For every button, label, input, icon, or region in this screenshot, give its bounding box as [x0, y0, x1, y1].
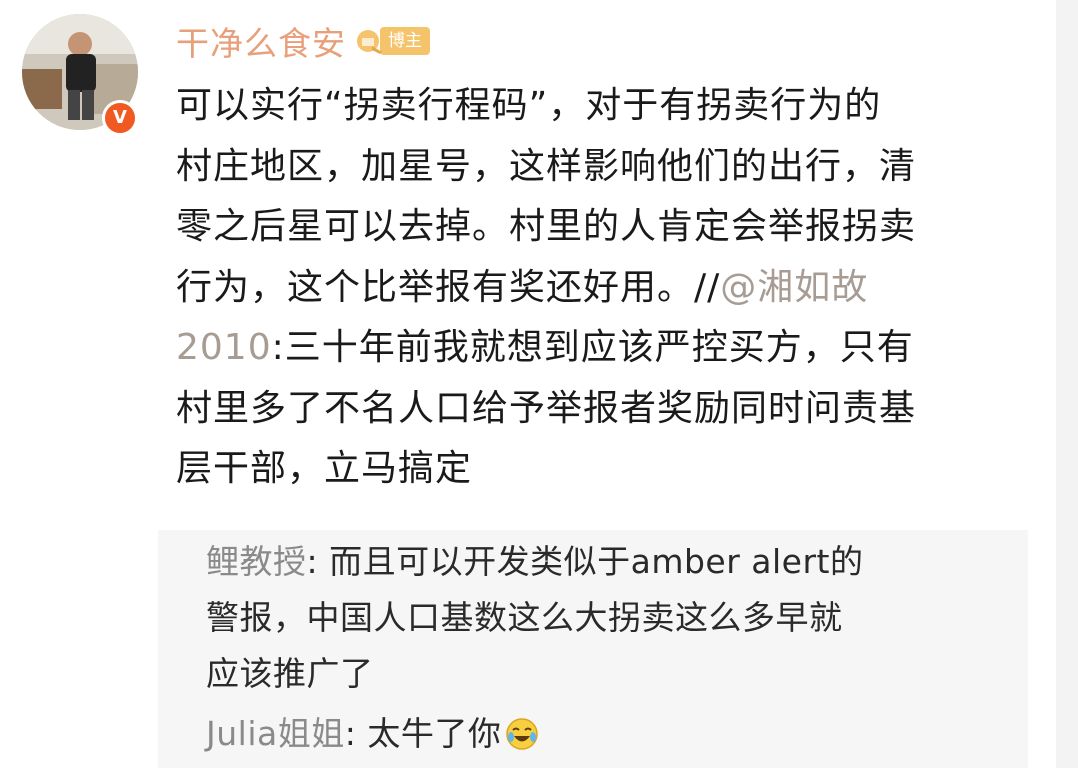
post-line: 层干部，立马搞定 — [176, 448, 473, 489]
comment-section: 鲤教授: 而且可以开发类似于amber alert的 警报，中国人口基数这么大拐… — [158, 530, 1028, 768]
blogger-badge: 博主 — [356, 24, 430, 58]
comment-line: 应该推广了 — [206, 654, 374, 693]
verified-icon: V — [102, 100, 138, 136]
comment-line: 鲤教授: 而且可以开发类似于amber alert的 — [206, 534, 863, 590]
post-line: 零之后星可以去掉。村里的人肯定会举报拐卖 — [176, 206, 917, 247]
comment-author[interactable]: Julia姐姐 — [206, 714, 345, 753]
comment-text: : 而且可以开发类似于amber alert的 — [306, 542, 864, 581]
comment: 鲤教授: 而且可以开发类似于amber alert的 警报，中国人口基数这么大拐… — [206, 534, 863, 702]
comment-text: : 太牛了你 — [344, 714, 502, 753]
post-header: 干净么食安 博主 — [176, 18, 430, 64]
laughing-tears-icon — [505, 712, 539, 750]
comment: Julia姐姐: 太牛了你 — [206, 706, 539, 762]
post-line-text: 行为，这个比举报有奖还好用。// — [176, 266, 721, 308]
mention-link-cont[interactable]: 2010 — [176, 327, 272, 368]
right-edge-strip — [1056, 0, 1078, 768]
quote-text: :三十年前我就想到应该严控买方，只有 — [271, 327, 914, 368]
username[interactable]: 干净么食安 — [176, 17, 346, 65]
comment-line: 警报，中国人口基数这么大拐卖这么多早就 — [206, 598, 843, 637]
post-line: 2010:三十年前我就想到应该严控买方，只有 — [176, 318, 1026, 379]
post-line: 行为，这个比举报有奖还好用。//@湘如故 — [176, 258, 1026, 319]
blogger-badge-label: 博主 — [380, 27, 430, 55]
post-line: 村里多了不名人口给予举报者奖励同时问责基 — [176, 387, 917, 429]
mention-link[interactable]: @湘如故 — [720, 267, 868, 308]
post-body: 可以实行“拐卖行程码”，对于有拐卖行为的 村庄地区，加星号，这样影响他们的出行，… — [176, 76, 1026, 500]
comment-author[interactable]: 鲤教授 — [206, 542, 307, 581]
post-line: 村庄地区，加星号，这样影响他们的出行，清 — [176, 145, 917, 187]
medal-icon — [356, 26, 384, 56]
post-line: 可以实行“拐卖行程码”，对于有拐卖行为的 — [176, 85, 882, 126]
